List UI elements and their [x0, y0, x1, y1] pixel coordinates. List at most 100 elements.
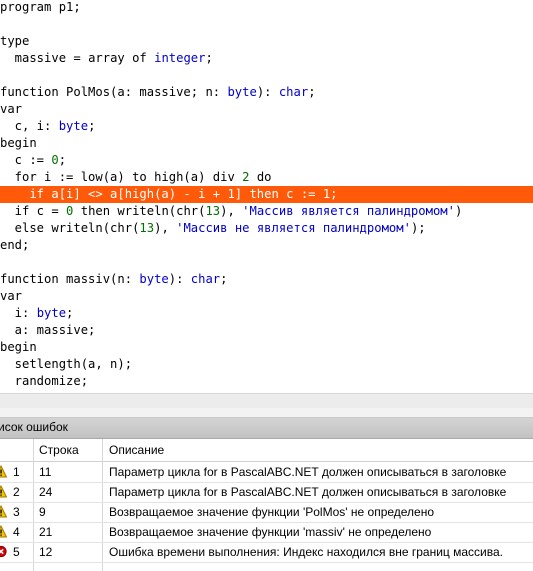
code-token: else writeln(chr( — [0, 221, 140, 235]
row-description: Параметр цикла for в PascalABC.NET долже… — [109, 465, 507, 479]
row-line-number: 9 — [39, 505, 46, 519]
code-line[interactable]: setlength(a, n); — [0, 356, 533, 373]
code-token: begin — [0, 136, 37, 150]
row-number: 4 — [13, 525, 20, 539]
row-number: 3 — [13, 505, 20, 519]
code-token: 13 — [139, 221, 155, 235]
code-token: 'Массив является палиндромом' — [242, 204, 455, 218]
code-token: char — [190, 272, 221, 286]
code-token: byte — [227, 85, 257, 99]
code-editor[interactable]: program p1; type massive = array of integ… — [0, 0, 533, 393]
table-row[interactable]: 2 24 Параметр цикла for в PascalABC.NET до… — [0, 482, 533, 503]
table-row[interactable]: 3 9 Возвращаемое значение функции 'PolMos'… — [0, 502, 533, 523]
code-token: var — [0, 102, 23, 116]
code-line[interactable]: var — [0, 288, 533, 305]
error-icon — [0, 545, 7, 558]
code-token: randomize; — [0, 374, 89, 388]
code-token: ; — [220, 272, 228, 286]
row-line-number: 12 — [39, 545, 53, 559]
row-number: 5 — [13, 545, 20, 559]
warning-icon — [0, 504, 8, 518]
row-number: 2 — [13, 485, 20, 499]
code-line[interactable]: massive = array of integer; — [0, 50, 533, 67]
code-token: ; — [58, 153, 67, 167]
code-line[interactable]: c := 0; — [0, 152, 533, 169]
code-line[interactable]: i: byte; — [0, 305, 533, 322]
code-line[interactable]: randomize; — [0, 373, 533, 390]
code-token: byte — [36, 306, 67, 320]
code-line[interactable]: begin — [0, 339, 533, 356]
code-token: for i := low(a) to high(a) div — [0, 170, 243, 184]
code-token: char — [278, 85, 309, 99]
code-line[interactable]: function massiv(n: byte): char; — [0, 271, 533, 288]
code-token: c := — [0, 153, 52, 167]
code-line[interactable]: type — [0, 33, 533, 50]
code-token: ; — [88, 119, 96, 133]
panel-splitter[interactable] — [0, 408, 533, 418]
code-token: i: — [0, 306, 37, 320]
code-token: ), — [154, 221, 177, 235]
code-line[interactable] — [0, 254, 533, 271]
table-header: Строка Описание — [0, 439, 533, 462]
code-token: function PolMos(a: massive; n: — [0, 85, 228, 99]
code-line[interactable]: c, i: byte; — [0, 118, 533, 135]
code-token: then writeln(chr( — [73, 204, 206, 218]
code-token: ) — [454, 204, 463, 218]
error-list-header: исок ошибок — [0, 418, 533, 439]
code-token: ): — [168, 272, 191, 286]
code-token: if a[i] <> a[high(a) - i + 1] then c := … — [0, 187, 338, 201]
warning-icon — [0, 484, 8, 498]
code-token: 0 — [51, 153, 59, 167]
row-line-number: 11 — [39, 465, 52, 479]
row-line-number: 24 — [39, 485, 53, 499]
column-header-description[interactable]: Описание — [109, 443, 164, 457]
table-row[interactable]: 5 12 Ошибка времени выполнения: Индекс нах… — [0, 542, 533, 563]
row-number: 1 — [13, 465, 20, 479]
error-list-title: исок ошибок — [0, 420, 68, 434]
row-description: Параметр цикла for в PascalABC.NET долже… — [109, 485, 507, 499]
table-row[interactable]: 1 11 Параметр цикла for в PascalABC.NET до… — [0, 462, 533, 483]
code-token: ; — [205, 51, 213, 65]
code-token: integer — [154, 51, 206, 65]
code-line[interactable]: var — [0, 101, 533, 118]
code-token: 'Массив не является палиндромом' — [176, 221, 411, 235]
code-token: do — [249, 170, 272, 184]
code-token: a: massive; — [0, 323, 96, 337]
code-token: ; — [66, 306, 74, 320]
code-token: var — [0, 289, 23, 303]
code-token: c, i: — [0, 119, 59, 133]
code-token: ), — [220, 204, 243, 218]
code-token: ); — [410, 221, 426, 235]
code-line[interactable]: for i := low(a) to high(a) div 2 do — [0, 169, 533, 186]
code-token: ): — [256, 85, 279, 99]
code-line[interactable] — [0, 16, 533, 33]
code-token: type — [0, 34, 30, 48]
code-line[interactable]: else writeln(chr(13), 'Массив не являетс… — [0, 220, 533, 237]
horizontal-scrollbar[interactable] — [0, 393, 533, 408]
row-description: Возвращаемое значение функции 'PolMos' н… — [109, 505, 435, 519]
code-token: begin — [0, 340, 37, 354]
code-token: function massiv(n: — [0, 272, 140, 286]
column-header-line[interactable]: Строка — [39, 443, 79, 457]
warning-icon — [0, 524, 8, 538]
code-token: setlength(a, n); — [0, 357, 133, 371]
code-line[interactable]: if c = 0 then writeln(chr(13), 'Массив я… — [0, 203, 533, 220]
code-token: byte — [139, 272, 169, 286]
code-line[interactable] — [0, 67, 533, 84]
code-token: end; — [0, 238, 30, 252]
row-description: Возвращаемое значение функции 'massiv' н… — [109, 525, 432, 539]
code-token: array of — [88, 51, 155, 65]
code-line[interactable]: end; — [0, 237, 533, 254]
code-line[interactable]: a: massive; — [0, 322, 533, 339]
error-list-table: Строка Описание 1 11 Параметр цикла for в … — [0, 439, 533, 571]
code-token: massive = — [0, 51, 89, 65]
code-line[interactable]: begin — [0, 135, 533, 152]
code-token: program p1; — [0, 0, 81, 14]
code-token: if c = — [0, 204, 67, 218]
table-row[interactable]: 4 21 Возвращаемое значение функции 'massiv… — [0, 522, 533, 543]
highlighted-code-line[interactable]: if a[i] <> a[high(a) - i + 1] then c := … — [0, 186, 533, 203]
code-line[interactable]: program p1; — [0, 0, 533, 16]
code-token: byte — [58, 119, 89, 133]
code-line[interactable]: function PolMos(a: massive; n: byte): ch… — [0, 84, 533, 101]
code-token: ; — [308, 85, 316, 99]
